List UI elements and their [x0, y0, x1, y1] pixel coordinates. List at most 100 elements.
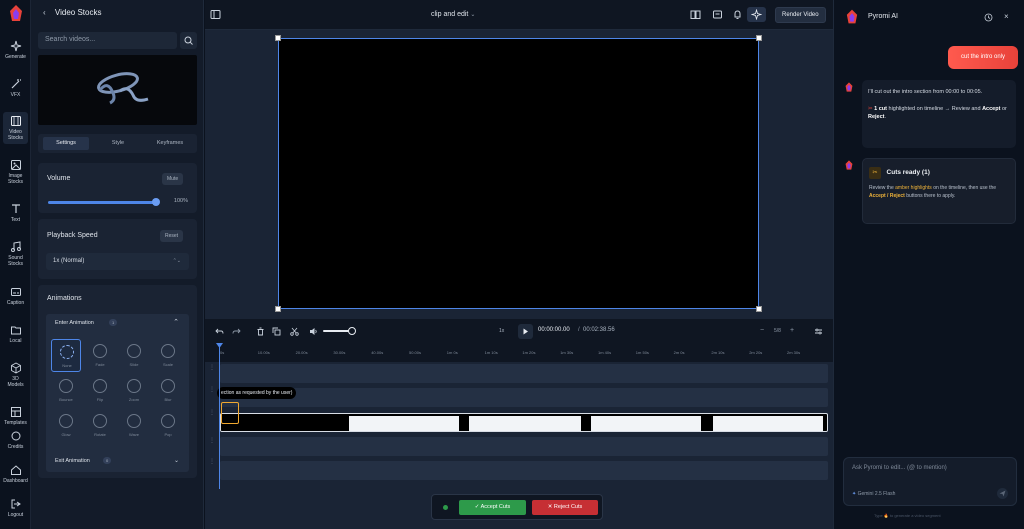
close-icon[interactable]: ×	[1004, 12, 1009, 21]
play-button[interactable]	[518, 324, 533, 339]
mute-button[interactable]: Mute	[162, 173, 184, 185]
rail-label: VFX	[10, 92, 21, 98]
rail-sound-stocks[interactable]: Sound Stocks	[0, 241, 31, 267]
reset-button[interactable]: Reset	[160, 230, 184, 242]
animation-label: Blur	[164, 397, 172, 402]
zoom-out-button[interactable]: −	[760, 327, 764, 334]
history-icon[interactable]	[984, 13, 993, 22]
resize-handle[interactable]	[756, 35, 762, 41]
chat-input[interactable]: Ask Pyromi to edit... (@ to mention) ✦ G…	[843, 457, 1017, 506]
animation-option[interactable]: Scale	[153, 339, 183, 372]
undo-icon[interactable]	[215, 327, 224, 336]
editor-topbar: clip and edit ⌄ Render Video	[205, 0, 833, 30]
chevron-up-icon: ⌃	[173, 319, 179, 326]
sidebar-toggle-icon[interactable]	[210, 9, 221, 20]
speed-select[interactable]: 1x (Normal) ⌃⌄	[46, 253, 189, 270]
animation-option[interactable]: Blur	[153, 374, 183, 407]
tab-keyframes[interactable]: Keyframes	[146, 137, 194, 150]
rail-templates[interactable]: Templates	[0, 406, 31, 426]
back-icon[interactable]: ‹	[43, 8, 46, 17]
ruler-tick-label: 1m 30s	[560, 350, 574, 355]
animation-option[interactable]: Glow	[51, 409, 81, 442]
reply-summary: ✂ 1 cut highlighted on timeline → Review…	[868, 105, 1007, 121]
animation-option[interactable]: Fade	[85, 339, 115, 372]
volume-icon[interactable]	[309, 327, 318, 336]
tab-label: Style	[111, 140, 125, 146]
animation-option[interactable]: Wave	[119, 409, 149, 442]
resize-handle[interactable]	[756, 306, 762, 312]
master-volume-knob[interactable]	[348, 327, 356, 335]
enter-animation-header[interactable]: Enter Animation 1 ⌃	[46, 314, 189, 334]
zoom-in-button[interactable]: +	[790, 327, 794, 334]
bell-icon[interactable]	[732, 9, 743, 20]
rail-logout[interactable]: Logout	[0, 498, 31, 518]
send-button[interactable]	[997, 488, 1008, 499]
animation-option[interactable]: Slide	[119, 339, 149, 372]
drag-handle-icon[interactable]: ⋮	[209, 458, 215, 465]
render-video-button[interactable]: Render Video	[775, 7, 826, 23]
chat-input-placeholder: Ask Pyromi to edit... (@ to mention)	[852, 465, 947, 471]
ruler-tick-label: 1m 40s	[598, 350, 612, 355]
book-icon[interactable]	[690, 9, 701, 20]
tab-settings[interactable]: Settings	[43, 137, 89, 150]
animation-option[interactable]: Pop	[153, 409, 183, 442]
cut-highlight[interactable]	[221, 402, 239, 424]
scissors-icon[interactable]	[290, 327, 299, 336]
cut-tooltip: ection as requested by the user)	[217, 387, 297, 399]
animation-option[interactable]: Rotate	[85, 409, 115, 442]
master-volume-slider[interactable]	[323, 330, 351, 332]
rail-caption[interactable]: Caption	[0, 286, 31, 306]
video-canvas[interactable]	[278, 38, 759, 309]
animation-label: Slide	[129, 362, 139, 367]
timeline-track[interactable]	[220, 461, 828, 480]
tab-style[interactable]: Style	[95, 137, 141, 150]
ai-toggle-button[interactable]	[747, 7, 766, 22]
rail-video-stocks[interactable]: Video Stocks	[3, 112, 28, 144]
rail-generate[interactable]: Generate	[0, 40, 31, 60]
settings-sliders-icon[interactable]	[814, 327, 823, 336]
search-button[interactable]	[180, 32, 197, 49]
save-icon[interactable]	[712, 9, 723, 20]
animation-option[interactable]: None	[51, 339, 81, 372]
video-preview-thumbnail[interactable]	[38, 55, 197, 125]
reject-cuts-button[interactable]: ✕ Reject Cuts	[532, 500, 598, 515]
cuts-text-1: Review the	[869, 185, 896, 191]
drag-handle-icon[interactable]: ⋮	[209, 364, 215, 371]
rail-vfx[interactable]: VFX	[0, 78, 31, 98]
user-message: cut the intro only	[948, 46, 1018, 69]
exit-animation-section[interactable]: Exit Animation 0 ⌄	[46, 452, 189, 472]
timeline-track[interactable]	[220, 364, 828, 383]
playhead[interactable]	[219, 344, 220, 489]
rail-3d-models[interactable]: 3D Models	[0, 362, 31, 388]
speed-indicator[interactable]: 1x	[499, 328, 504, 334]
rail-local[interactable]: Local	[0, 324, 31, 344]
copy-icon[interactable]	[272, 327, 281, 336]
timeline-ruler[interactable]: 0s 10.00s 20.00s 30.00s 40.00s 50.00s 1m 0s 1m …	[205, 344, 833, 362]
rail-credits[interactable]: Credits	[0, 430, 31, 450]
rail-dashboard[interactable]: Dashboard	[0, 464, 31, 484]
video-stocks-panel: ‹ Video Stocks Search videos... Settings…	[31, 0, 204, 529]
resize-handle[interactable]	[275, 306, 281, 312]
drag-handle-icon[interactable]: ⋮	[209, 437, 215, 444]
rail-image-stocks[interactable]: Image Stocks	[0, 159, 31, 185]
rail-text[interactable]: Text	[0, 203, 31, 223]
drag-handle-icon[interactable]: ⋮	[209, 409, 215, 416]
cut-count: 1 cut	[874, 105, 887, 112]
search-input[interactable]: Search videos...	[38, 32, 177, 49]
volume-slider-knob[interactable]	[152, 198, 160, 206]
drag-handle-icon[interactable]: ⋮	[209, 386, 215, 393]
volume-slider[interactable]	[48, 201, 156, 204]
trash-icon[interactable]	[256, 327, 265, 336]
resize-handle[interactable]	[275, 35, 281, 41]
animation-option[interactable]: Zoom	[119, 374, 149, 407]
assistant-panel: Pyromi AI × cut the intro only I'll cut …	[833, 0, 1024, 529]
video-clip-track[interactable]	[220, 413, 828, 432]
model-selector[interactable]: ✦ Gemini 2.5 Flash	[852, 491, 895, 497]
animation-option[interactable]: Flip	[85, 374, 115, 407]
animation-option[interactable]: Bounce	[51, 374, 81, 407]
timeline-track[interactable]	[220, 437, 828, 456]
project-title[interactable]: clip and edit ⌄	[431, 11, 475, 18]
accept-cuts-button[interactable]: ✓ Accept Cuts	[459, 500, 526, 515]
redo-icon[interactable]	[232, 327, 241, 336]
timeline-track[interactable]	[220, 388, 828, 407]
